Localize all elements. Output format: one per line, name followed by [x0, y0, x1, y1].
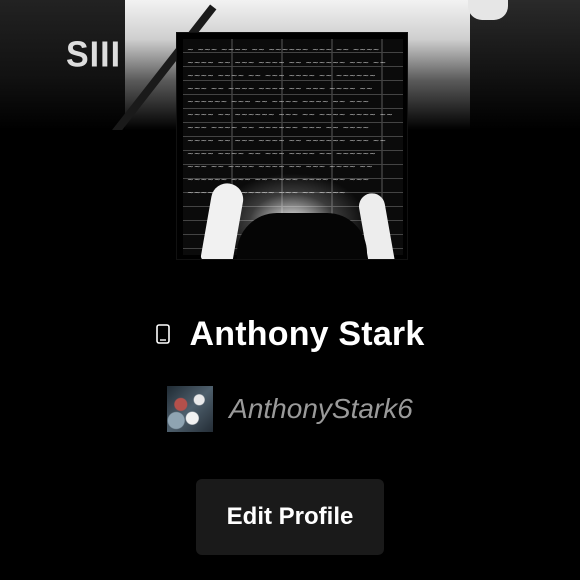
edit-profile-button[interactable]: Edit Profile: [196, 479, 384, 555]
banner-sleeve-text: SIII: [66, 35, 122, 75]
phone-icon: [155, 324, 170, 344]
username: AnthonyStark6: [229, 393, 413, 424]
name-row: Anthony Stark: [0, 312, 580, 356]
secondary-avatar-pattern: [167, 386, 214, 432]
profile-avatar[interactable]: ~ ~~~ ~~~~ ~~ ~~~~~~ ~~~ ~~ ~~~~ ~~~~ ~~…: [176, 32, 408, 260]
banner-hand: [468, 0, 508, 20]
avatar-figure: [237, 213, 367, 259]
username-row: AnthonyStark6: [0, 384, 580, 434]
secondary-avatar[interactable]: [167, 386, 214, 432]
display-name: Anthony Stark: [189, 314, 425, 353]
